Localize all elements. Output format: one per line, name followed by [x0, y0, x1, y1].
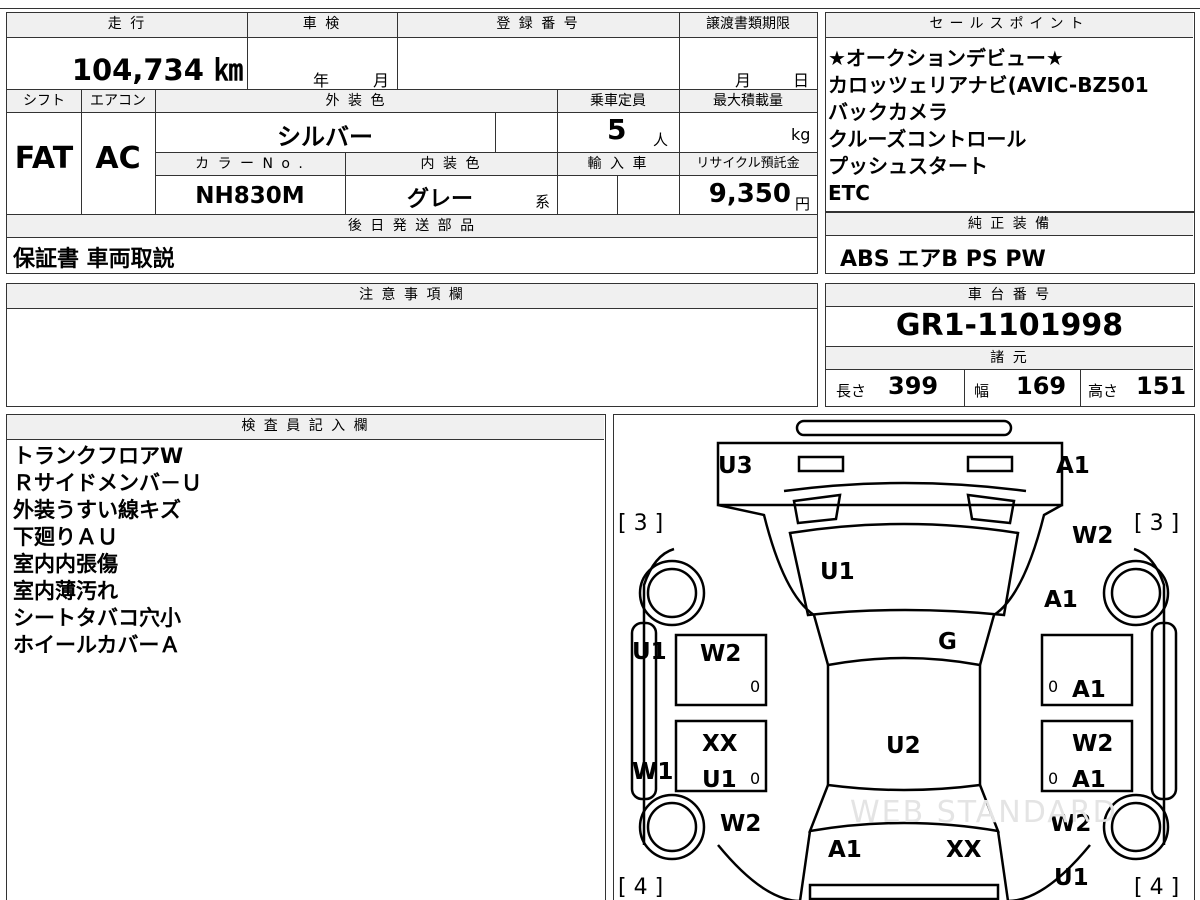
inspection-label: 車 検 — [247, 13, 397, 37]
genuine-equipment-box: 純 正 装 備 ABS エアB PS PW — [825, 212, 1195, 274]
chassis-box: 車 台 番 号 GR1-1101998 諸 元 長さ 399 幅 169 高さ … — [825, 283, 1195, 407]
inspector-note: 外装うすい線キズ — [13, 498, 181, 522]
chassis-number: GR1-1101998 — [895, 308, 1124, 343]
sales-point-item: ETC — [828, 181, 870, 205]
notes-box: 注 意 事 項 欄 — [6, 283, 818, 407]
kg-label: kg — [791, 125, 811, 144]
deadline-month-label: 月 — [735, 71, 752, 90]
damage-mark: A1 — [1072, 677, 1106, 703]
capacity-value: 5 — [607, 113, 627, 146]
inspector-note: 下廻りＡＵ — [13, 525, 118, 549]
watermark: WEB STANDARD — [850, 795, 1118, 830]
later-parts-value: 保証書 車両取説 — [13, 247, 175, 272]
car-diagram-box: U3 A1 U1 W2 A1 G U1 W2 0 0 A1 XX U2 W2 W… — [613, 414, 1195, 900]
sales-point-item: ★オークションデビュー★ — [828, 46, 1064, 70]
color-no-label: カ ラ ー N o . — [155, 153, 345, 175]
mileage-value: 104,734 ㎞ — [71, 53, 243, 87]
length-label: 長さ — [836, 382, 867, 400]
shift-value: FAT — [14, 141, 74, 176]
sales-points-list: ★オークションデビュー★ カロッツェリアナビ(AVIC-BZ501 バックカメラ… — [828, 45, 1192, 207]
import-label: 輸 入 車 — [557, 153, 679, 175]
inspector-note: 室内内張傷 — [13, 552, 118, 576]
later-parts-label: 後 日 発 送 部 品 — [7, 215, 817, 237]
kei-label: 系 — [535, 193, 551, 211]
damage-mark: 0 — [750, 769, 761, 788]
genuine-equipment-value: ABS エアB PS PW — [840, 247, 1046, 272]
exterior-color-label: 外 装 色 — [155, 90, 557, 112]
damage-mark: A1 — [1072, 767, 1106, 793]
inspector-note: トランクフロアW — [13, 444, 184, 468]
length-value: 399 — [888, 372, 939, 400]
height-label: 高さ — [1088, 382, 1119, 400]
damage-mark: U1 — [820, 559, 855, 585]
inspector-note: Ｒサイドメンバ－Ｕ — [13, 471, 202, 495]
damage-mark: W1 — [632, 759, 674, 785]
damage-mark: U3 — [718, 453, 753, 479]
wheel-bracket-label: [ 4 ] — [618, 875, 664, 900]
damage-mark: XX — [946, 837, 982, 863]
damage-mark: XX — [702, 731, 738, 757]
aircon-label: エアコン — [81, 90, 155, 112]
top-edge-strip — [0, 0, 1200, 9]
damage-mark: 0 — [1048, 677, 1059, 696]
person-label: 人 — [653, 131, 669, 149]
color-no-value: NH830M — [195, 183, 305, 209]
damage-mark: 0 — [1048, 769, 1059, 788]
damage-mark: G — [938, 629, 957, 655]
vehicle-info-box: 走 行 車 検 登 録 番 号 譲渡書類期限 104,734 ㎞ 年 月 月 日… — [6, 12, 818, 274]
sales-points-label: セールスポイント — [826, 13, 1193, 37]
wheel-bracket-label: [ 4 ] — [1134, 875, 1180, 900]
damage-mark: A1 — [1056, 453, 1090, 479]
damage-mark: W2 — [700, 641, 742, 667]
capacity-label: 乗車定員 — [557, 90, 679, 112]
registration-label: 登 録 番 号 — [397, 13, 679, 37]
inspector-label: 検 査 員 記 入 欄 — [7, 415, 604, 439]
damage-mark: W2 — [1072, 731, 1114, 757]
interior-color-value: グレー — [406, 187, 473, 212]
yen-label: 円 — [795, 195, 811, 213]
genuine-label: 純 正 装 備 — [826, 213, 1193, 235]
damage-mark: A1 — [828, 837, 862, 863]
interior-color-label: 内 装 色 — [345, 153, 557, 175]
damage-mark: 0 — [750, 677, 761, 696]
width-value: 169 — [1016, 372, 1067, 400]
sales-points-box: セールスポイント ★オークションデビュー★ カロッツェリアナビ(AVIC-BZ5… — [825, 12, 1195, 212]
wheel-bracket-label: [ 3 ] — [1134, 511, 1180, 536]
wheel-bracket-label: [ 3 ] — [618, 511, 664, 536]
exterior-color-value: シルバー — [277, 123, 373, 151]
damage-mark: U1 — [1054, 865, 1089, 891]
inspector-box: 検 査 員 記 入 欄 トランクフロアW Ｒサイドメンバ－Ｕ 外装うすい線キズ … — [6, 414, 606, 900]
deadline-day-label: 日 — [793, 71, 810, 90]
recycle-fee-value: 9,350 — [708, 179, 791, 209]
year-label: 年 — [313, 71, 330, 90]
month-label: 月 — [373, 71, 390, 90]
max-load-label: 最大積載量 — [679, 90, 817, 112]
damage-mark: U1 — [702, 767, 737, 793]
width-label: 幅 — [974, 382, 990, 400]
sales-point-item: クルーズコントロール — [828, 127, 1027, 151]
inspector-note: ホイールカバーＡ — [13, 633, 181, 657]
damage-mark: U1 — [632, 639, 667, 665]
shift-label: シフト — [7, 90, 81, 112]
sales-point-item: カロッツェリアナビ(AVIC-BZ501 — [828, 73, 1149, 97]
notes-label: 注 意 事 項 欄 — [7, 284, 817, 308]
inspector-notes-list: トランクフロアW Ｒサイドメンバ－Ｕ 外装うすい線キズ 下廻りＡＵ 室内内張傷 … — [13, 443, 202, 659]
aircon-value: AC — [95, 141, 141, 176]
transfer-deadline-label: 譲渡書類期限 — [679, 13, 817, 37]
inspector-note: シートタバコ穴小 — [13, 606, 181, 630]
mileage-label: 走 行 — [7, 13, 247, 37]
recycle-label: リサイクル預託金 — [679, 153, 817, 175]
sales-point-item: バックカメラ — [828, 100, 948, 124]
height-value: 151 — [1136, 372, 1187, 400]
sales-point-item: プッシュスタート — [828, 154, 988, 178]
damage-mark: U2 — [886, 733, 921, 759]
damage-mark: W2 — [720, 811, 762, 837]
chassis-label: 車 台 番 号 — [826, 284, 1193, 306]
damage-mark: A1 — [1044, 587, 1078, 613]
damage-mark: W2 — [1072, 523, 1114, 549]
inspector-note: 室内薄汚れ — [13, 579, 118, 603]
specs-label: 諸 元 — [826, 347, 1193, 369]
